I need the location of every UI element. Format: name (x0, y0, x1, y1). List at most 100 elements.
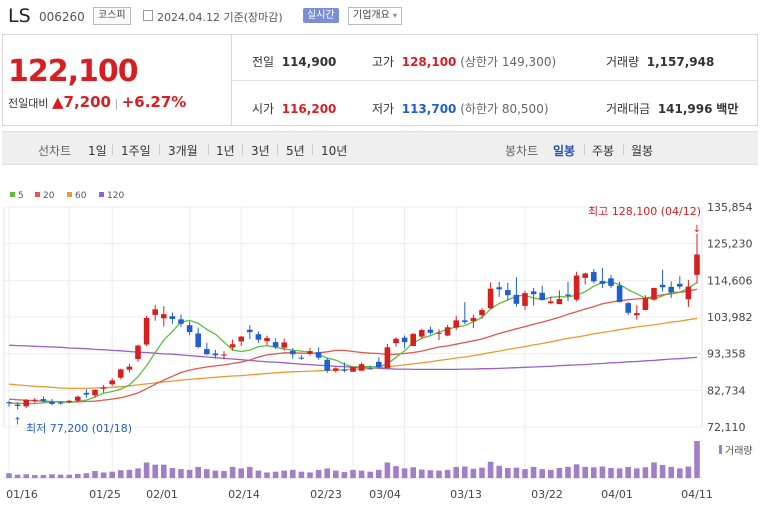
candle-body (66, 400, 72, 403)
volume-bar (573, 464, 580, 478)
volume-bar (513, 467, 520, 478)
y-tick-label: 103,982 (707, 311, 753, 324)
candle-body (522, 293, 528, 306)
volume-bar (281, 470, 287, 478)
volume-bar (161, 464, 167, 478)
volume-bar (599, 466, 606, 478)
volume-bar (436, 470, 442, 478)
volume-bar (109, 471, 115, 478)
candle-body (118, 369, 124, 378)
x-tick-label: 02/01 (146, 488, 178, 501)
x-tick-label: 01/25 (89, 488, 121, 501)
volume-bar (393, 466, 399, 478)
volume-bar (49, 474, 55, 478)
candle-body (126, 366, 133, 370)
y-tick-label: 114,606 (707, 274, 753, 287)
candle-body (436, 332, 442, 334)
volume-bar (66, 474, 72, 478)
volume-bar (341, 472, 348, 478)
volume-bar (401, 468, 408, 478)
volume-bar (143, 462, 150, 478)
candle-body (135, 345, 141, 360)
volume-bar (152, 464, 158, 478)
candle-body (350, 366, 356, 372)
volume-bar (75, 473, 81, 478)
y-tick-label: 93,358 (707, 348, 746, 361)
candle-body (14, 404, 21, 406)
candle-body (625, 303, 631, 313)
candle-body (393, 338, 399, 344)
volume-bar (668, 466, 674, 478)
volume-bar (694, 441, 700, 478)
candle-body (384, 347, 391, 369)
volume-bar (634, 468, 640, 478)
candle-body (49, 401, 55, 404)
legend-swatch-ma60 (67, 192, 72, 197)
candle-body (427, 329, 434, 333)
volume-bar (229, 466, 236, 478)
candle-body (608, 278, 614, 286)
volume-bar (530, 466, 537, 478)
candle-body (212, 353, 219, 356)
candle-body (83, 392, 90, 395)
candle-body (462, 320, 468, 323)
candle-body (264, 337, 270, 342)
candle-body (599, 281, 606, 284)
volume-bar (83, 473, 90, 478)
min-price-annotation: 최저 77,200 (01/18) (26, 422, 132, 435)
candle-body (651, 287, 657, 300)
volume-bar (118, 470, 124, 478)
candle-body (591, 272, 597, 282)
candle-body (685, 286, 692, 300)
legend-swatch-ma5 (10, 192, 15, 197)
volume-bar (677, 468, 683, 478)
candle-body (161, 314, 167, 319)
volume-bar (221, 470, 227, 478)
x-tick-label: 03/13 (450, 488, 482, 501)
candle-body (143, 317, 150, 345)
x-tick-label: 03/04 (369, 488, 401, 501)
candle-body (565, 294, 571, 296)
candle-body (186, 325, 193, 333)
candle-body (324, 359, 330, 371)
candle-body (57, 402, 64, 404)
volume-bar (651, 462, 657, 478)
legend-label-ma60: 60 (75, 191, 87, 201)
candle-body (100, 387, 107, 389)
candle-body (281, 342, 287, 348)
volume-bar (195, 466, 201, 478)
volume-bar (6, 473, 12, 478)
x-tick-label: 02/23 (310, 488, 342, 501)
volume-bar (376, 469, 382, 478)
volume-bar (522, 469, 528, 478)
candle-body (530, 291, 537, 295)
volume-bar (169, 468, 176, 478)
volume-bar (126, 469, 133, 478)
legend-label-ma20: 20 (43, 191, 55, 201)
candle-body (487, 288, 494, 309)
volume-bar (384, 462, 391, 478)
volume-bar (410, 467, 416, 478)
candle-body (152, 309, 158, 315)
candle-body (221, 354, 227, 356)
candle-body (229, 344, 236, 348)
candle-body (642, 298, 649, 311)
candle-body (539, 292, 545, 301)
candle-body (333, 368, 339, 371)
volume-bar (212, 470, 219, 478)
candle-body (341, 369, 348, 371)
volume-bar (272, 471, 279, 478)
volume-bar (324, 468, 330, 478)
candle-body (634, 313, 640, 316)
volume-bar (685, 466, 692, 478)
candle-body (677, 283, 683, 287)
price-chart[interactable]: 5 20 60 120 135,854 125,230 114,606 103,982 93,3… (0, 0, 760, 515)
volume-bar (659, 465, 666, 478)
volume-bar (307, 472, 313, 478)
volume-bar (505, 468, 511, 478)
volume-bar (135, 468, 141, 478)
candle-body (573, 275, 580, 300)
volume-bar (238, 468, 244, 478)
candle-body (23, 400, 29, 407)
candle-body (92, 389, 98, 396)
